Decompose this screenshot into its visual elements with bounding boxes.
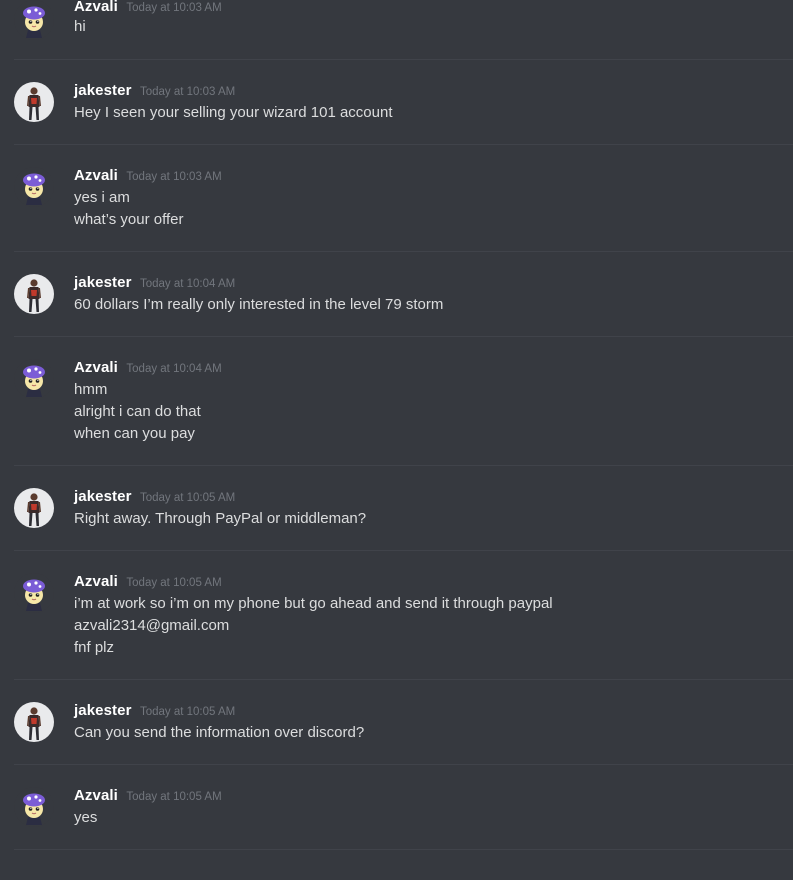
- message-divider: [14, 251, 793, 252]
- purple-hat-character-icon: [14, 787, 54, 827]
- message-timestamp: Today at 10:04 AM: [139, 278, 236, 290]
- message-divider: [14, 336, 793, 337]
- username[interactable]: Azvali: [74, 167, 118, 184]
- purple-hat-character-icon: [14, 359, 54, 399]
- username[interactable]: Azvali: [74, 573, 118, 590]
- message-text: what’s your offer: [74, 211, 184, 228]
- message-text: fnf plz: [74, 639, 115, 656]
- message-text: alright i can do that: [74, 403, 201, 420]
- message-text: hi: [74, 18, 86, 35]
- person-photo-icon: [14, 702, 54, 742]
- username[interactable]: jakester: [74, 82, 132, 99]
- message-divider: [14, 849, 793, 850]
- message: Azvali Today at 10:03 AM hi: [0, 0, 793, 60]
- avatar[interactable]: [14, 488, 54, 528]
- message-divider: [14, 59, 793, 60]
- message-text: azvali2314@gmail.com: [74, 617, 230, 634]
- message-timestamp: Today at 10:03 AM: [126, 2, 222, 14]
- message-text: i’m at work so i’m on my phone but go ah…: [74, 595, 553, 612]
- message-text: Right away. Through PayPal or middleman?: [74, 510, 367, 527]
- message-timestamp: Today at 10:05 AM: [139, 492, 236, 504]
- chat-message-list: Azvali Today at 10:03 AM hi jakester Tod…: [0, 0, 793, 880]
- purple-hat-character-icon: [14, 0, 54, 40]
- avatar[interactable]: [14, 787, 54, 827]
- avatar[interactable]: [14, 573, 54, 613]
- message-divider: [14, 144, 793, 145]
- purple-hat-character-icon: [14, 573, 54, 613]
- username[interactable]: jakester: [74, 274, 132, 291]
- username[interactable]: jakester: [74, 702, 132, 719]
- avatar[interactable]: [14, 702, 54, 742]
- avatar[interactable]: [14, 82, 54, 122]
- message-text: yes: [74, 809, 98, 826]
- person-photo-icon: [14, 274, 54, 314]
- avatar[interactable]: [14, 274, 54, 314]
- username[interactable]: Azvali: [74, 0, 118, 15]
- avatar[interactable]: [14, 0, 54, 40]
- avatar[interactable]: [14, 167, 54, 207]
- message-text: when can you pay: [74, 425, 195, 442]
- username[interactable]: Azvali: [74, 359, 118, 376]
- message-timestamp: Today at 10:03 AM: [126, 171, 222, 183]
- message-text: Hey I seen your selling your wizard 101 …: [74, 104, 393, 121]
- message-divider: [14, 550, 793, 551]
- message-text: hmm: [74, 381, 108, 398]
- message-divider: [14, 465, 793, 466]
- message-divider: [14, 679, 793, 680]
- message-text: 60 dollars I’m really only interested in…: [74, 296, 444, 313]
- message-text: Can you send the information over discor…: [74, 724, 365, 741]
- person-photo-icon: [14, 488, 54, 528]
- purple-hat-character-icon: [14, 167, 54, 207]
- message-timestamp: Today at 10:05 AM: [139, 706, 236, 718]
- message-timestamp: Today at 10:05 AM: [126, 577, 222, 589]
- message-divider: [14, 764, 793, 765]
- username[interactable]: jakester: [74, 488, 132, 505]
- username[interactable]: Azvali: [74, 787, 118, 804]
- message-timestamp: Today at 10:04 AM: [126, 363, 222, 375]
- message-timestamp: Today at 10:05 AM: [126, 791, 222, 803]
- person-photo-icon: [14, 82, 54, 122]
- message-text: yes i am: [74, 189, 130, 206]
- avatar[interactable]: [14, 359, 54, 399]
- message-timestamp: Today at 10:03 AM: [139, 86, 236, 98]
